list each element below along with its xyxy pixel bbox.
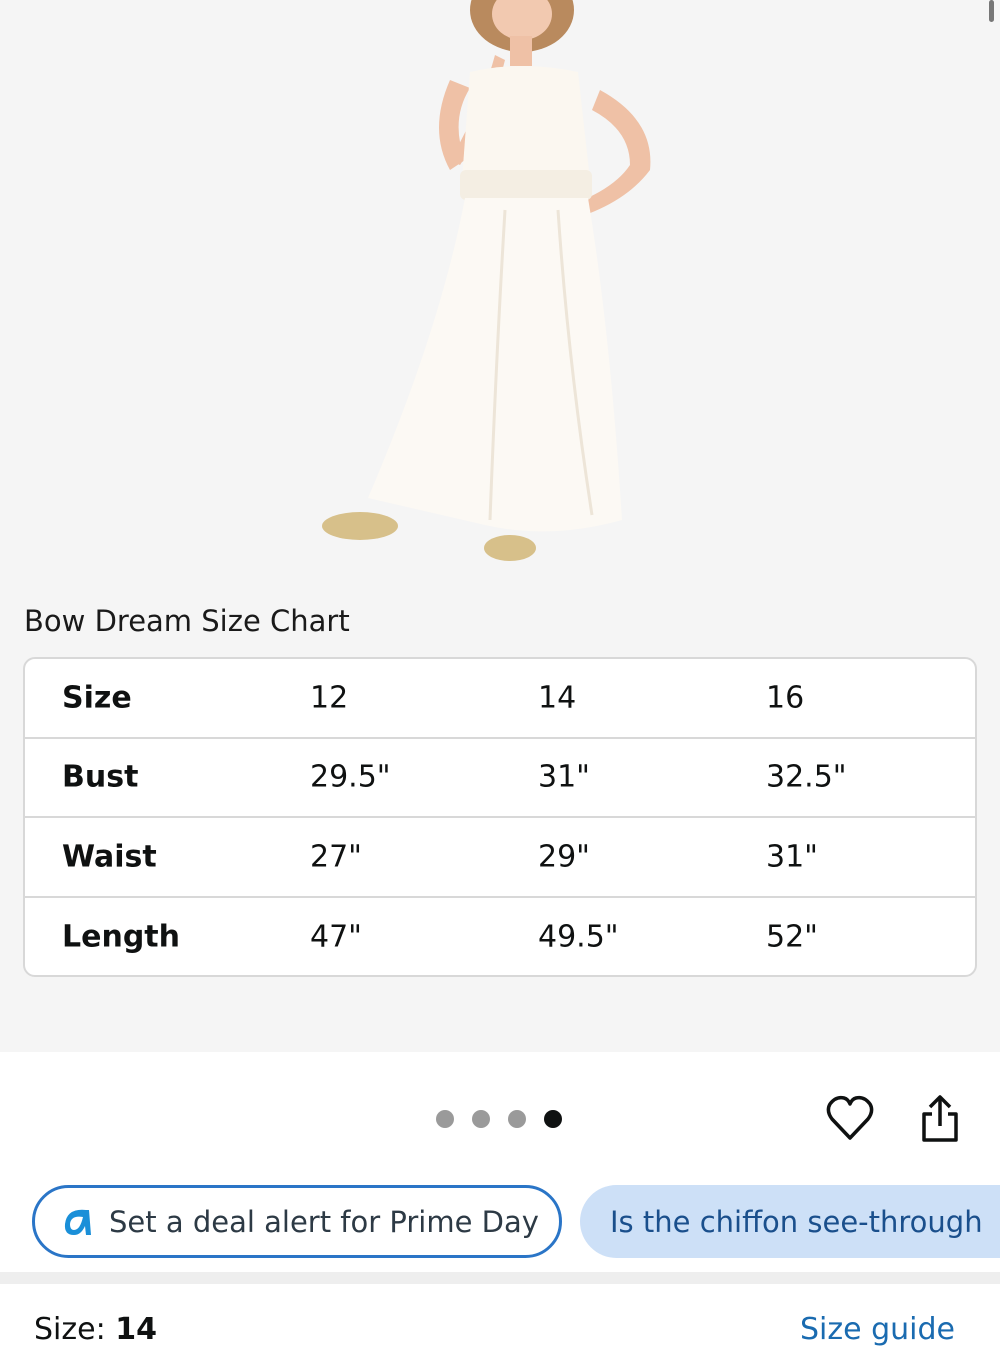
row-label: Bust — [62, 759, 139, 795]
table-cell: 27" — [310, 839, 362, 875]
row-label: Size — [62, 680, 132, 716]
product-photo[interactable] — [300, 0, 700, 580]
table-cell: 52" — [766, 919, 818, 955]
share-icon — [922, 1095, 958, 1142]
image-pagination-dots[interactable] — [436, 1110, 562, 1128]
table-row: Size 12 14 16 — [25, 659, 975, 739]
row-label: Length — [62, 919, 180, 955]
deal-alert-chip[interactable]: Set a deal alert for Prime Day — [32, 1185, 562, 1258]
size-label: Size: — [34, 1312, 116, 1347]
question-chip[interactable]: Is the chiffon see-through — [580, 1185, 1000, 1258]
table-cell: 14 — [538, 680, 577, 716]
size-chart-table: Size 12 14 16 Bust 29.5" 31" 32.5" Waist… — [23, 657, 977, 977]
size-chart-title: Bow Dream Size Chart — [24, 604, 350, 638]
table-cell: 32.5" — [766, 759, 847, 795]
product-image-gallery[interactable]: Bow Dream Size Chart Size 12 14 16 Bust … — [0, 0, 1000, 1052]
table-cell: 47" — [310, 919, 362, 955]
table-cell: 12 — [310, 680, 349, 716]
table-cell: 31" — [766, 839, 818, 875]
table-cell: 31" — [538, 759, 590, 795]
deal-alert-label: Set a deal alert for Prime Day — [109, 1204, 539, 1239]
table-row: Waist 27" 29" 31" — [25, 818, 975, 898]
table-cell: 49.5" — [538, 919, 619, 955]
pagination-dot[interactable] — [508, 1110, 526, 1128]
pagination-dot-active[interactable] — [544, 1110, 562, 1128]
pagination-dot[interactable] — [472, 1110, 490, 1128]
section-divider — [0, 1272, 1000, 1284]
size-value: 14 — [115, 1312, 157, 1347]
question-chip-label: Is the chiffon see-through — [610, 1204, 983, 1239]
size-guide-link[interactable]: Size guide — [800, 1312, 955, 1347]
table-row: Bust 29.5" 31" 32.5" — [25, 739, 975, 818]
heart-outline-icon — [826, 1095, 874, 1140]
pagination-dot[interactable] — [436, 1110, 454, 1128]
share-button[interactable] — [916, 1094, 964, 1144]
table-cell: 29.5" — [310, 759, 391, 795]
scroll-indicator[interactable] — [989, 0, 994, 22]
row-label: Waist — [62, 839, 157, 875]
alexa-icon — [64, 1209, 91, 1235]
wishlist-button[interactable] — [824, 1092, 876, 1144]
table-cell: 16 — [766, 680, 805, 716]
table-cell: 29" — [538, 839, 590, 875]
selected-size: Size: 14 — [34, 1312, 157, 1347]
table-row: Length 47" 49.5" 52" — [25, 898, 975, 976]
